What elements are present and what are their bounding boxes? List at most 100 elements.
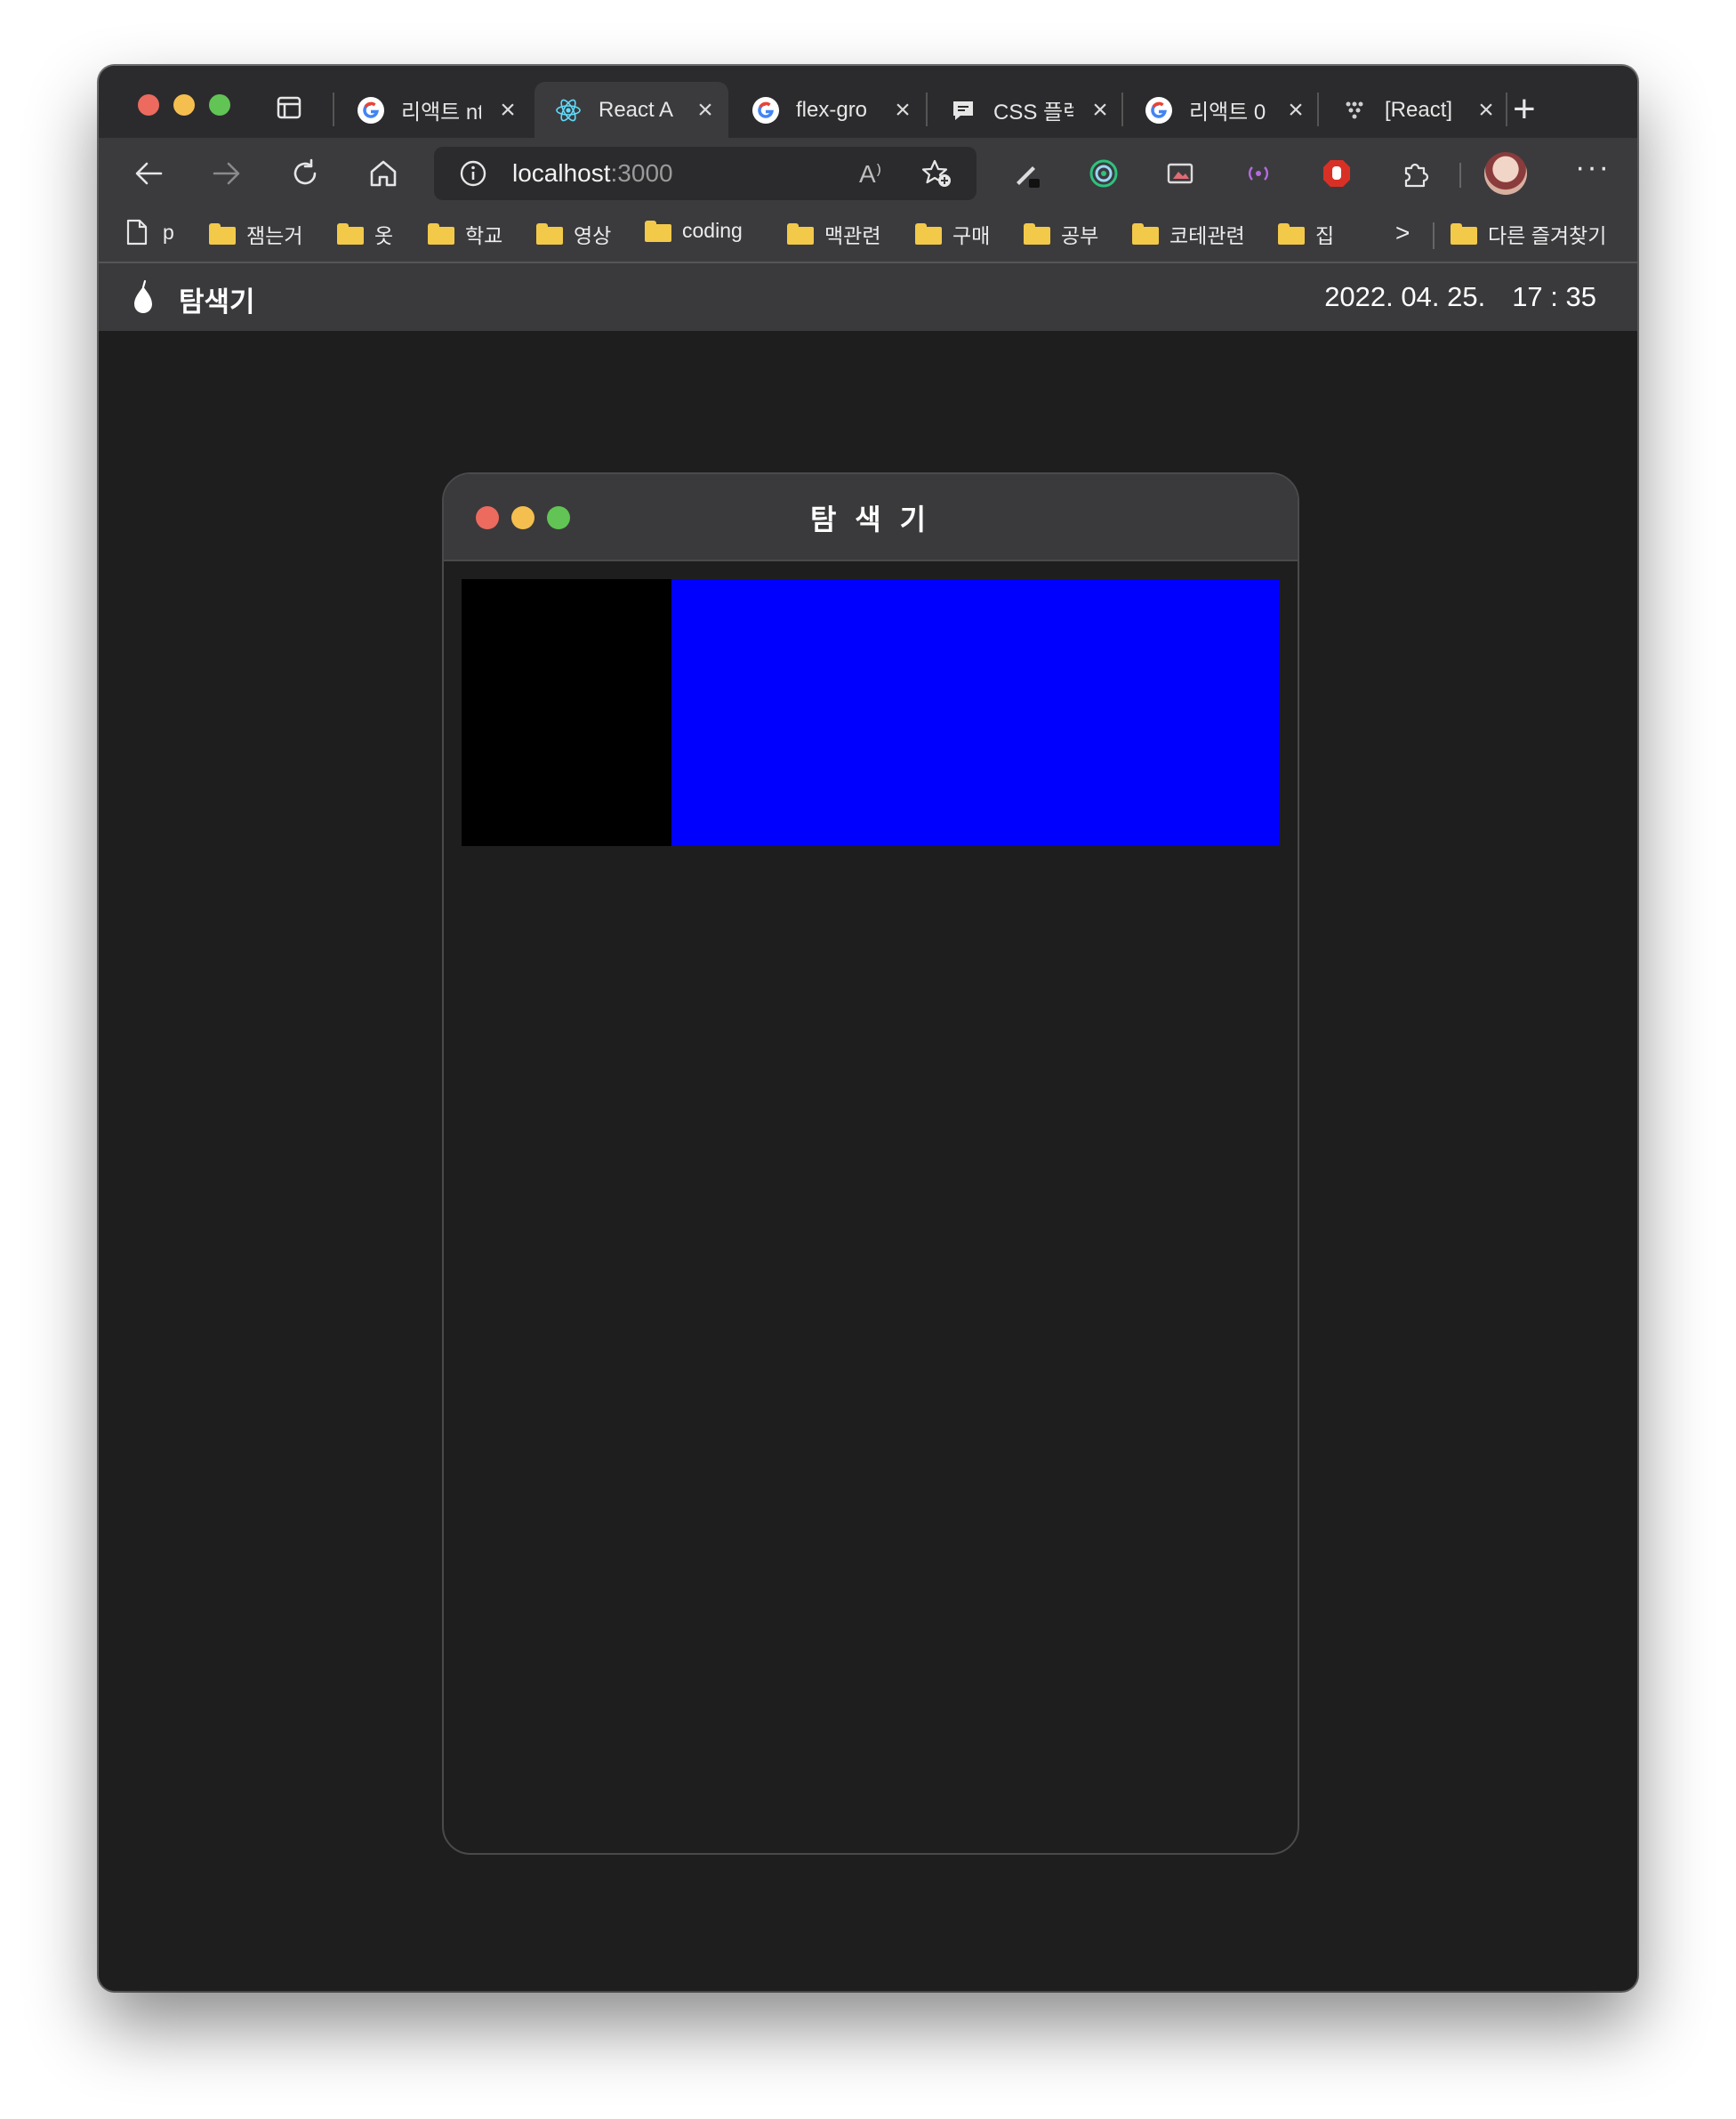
pear-logo-icon bbox=[134, 279, 152, 313]
bookmark-folder[interactable]: 코테관련 bbox=[1132, 219, 1245, 249]
back-button[interactable] bbox=[131, 156, 166, 191]
extension-screenshot[interactable] bbox=[1162, 156, 1198, 191]
bookmark-folder[interactable]: 구매 bbox=[915, 219, 990, 249]
folder-icon bbox=[915, 223, 942, 245]
extension-broadcast[interactable] bbox=[1241, 156, 1276, 191]
bookmark-folder[interactable]: coding bbox=[645, 219, 743, 243]
folder-icon bbox=[536, 223, 563, 245]
bookmark-folder[interactable]: 잼는거 bbox=[209, 219, 302, 249]
extension-block[interactable] bbox=[1319, 156, 1354, 191]
date-text: 2022. 04. 25. bbox=[1324, 281, 1486, 312]
folder-icon bbox=[1278, 223, 1305, 245]
bookmark-label: p bbox=[163, 220, 174, 244]
explorer-title-bar[interactable]: 탐 색 기 bbox=[444, 474, 1298, 561]
folder-icon bbox=[1024, 223, 1050, 245]
bookmark-label: 구매 bbox=[952, 224, 991, 247]
bookmark-folder[interactable]: 맥관련 bbox=[787, 219, 880, 249]
bookmark-label: 옷 bbox=[374, 224, 394, 247]
screenshot-icon bbox=[1167, 163, 1194, 184]
tab-react-app[interactable]: React A × bbox=[534, 82, 728, 138]
tab-actions-icon[interactable] bbox=[277, 96, 301, 119]
page-icon bbox=[126, 219, 148, 246]
bookmark-p[interactable]: p bbox=[125, 219, 174, 246]
tab-google-1[interactable]: 리액트 nt × bbox=[337, 82, 531, 138]
tab-separator bbox=[333, 93, 334, 126]
other-favorites-folder[interactable]: 다른 즐겨찾기 bbox=[1451, 219, 1606, 249]
tab-strip: 리액트 nt × React A × flex-gro × CSS 플렉 × 리… bbox=[99, 66, 1637, 138]
time-text: 17 : 35 bbox=[1512, 281, 1596, 312]
navigation-toolbar: localhost:3000 A⁾ ··· bbox=[99, 138, 1637, 208]
bookmarks-bar: p 잼는거 옷 학교 영상 coding 맥관련 구매 공부 코테관련 집 > … bbox=[99, 208, 1637, 263]
home-button[interactable] bbox=[366, 156, 401, 191]
folder-icon bbox=[337, 223, 364, 245]
bookmark-label: 잼는거 bbox=[246, 224, 303, 247]
url-host: localhost bbox=[512, 159, 611, 187]
react-atom-icon bbox=[556, 99, 581, 121]
folder-icon bbox=[645, 220, 671, 242]
tab-separator bbox=[1506, 93, 1507, 126]
google-g-icon bbox=[752, 96, 779, 124]
tab-css-flex[interactable]: CSS 플렉 × bbox=[929, 82, 1123, 138]
explorer-window: 탐 색 기 bbox=[442, 472, 1299, 1855]
tab-title: React A bbox=[599, 97, 674, 122]
bookmark-folder[interactable]: 옷 bbox=[337, 219, 393, 249]
arrow-right-icon bbox=[213, 162, 240, 185]
app-title: 탐색기 bbox=[179, 286, 255, 318]
home-icon bbox=[370, 160, 397, 187]
read-aloud-icon[interactable]: A⁾ bbox=[859, 159, 882, 189]
refresh-icon bbox=[293, 158, 317, 185]
new-tab-button[interactable]: + bbox=[1513, 87, 1536, 132]
close-window-button[interactable] bbox=[138, 94, 159, 116]
extension-target[interactable] bbox=[1086, 156, 1121, 191]
address-bar[interactable]: localhost:3000 A⁾ bbox=[434, 147, 976, 200]
puzzle-icon bbox=[1404, 163, 1429, 188]
tab-title: [React] bbox=[1385, 97, 1453, 122]
add-favorite-icon[interactable] bbox=[921, 157, 953, 189]
tab-close-icon[interactable]: × bbox=[1285, 95, 1306, 125]
info-icon[interactable] bbox=[459, 159, 487, 188]
browser-window: 리액트 nt × React A × flex-gro × CSS 플렉 × 리… bbox=[99, 66, 1637, 1991]
minimize-window-button[interactable] bbox=[173, 94, 195, 116]
tab-close-icon[interactable]: × bbox=[695, 95, 716, 125]
bookmark-folder[interactable]: 공부 bbox=[1024, 219, 1098, 249]
bookmark-label: 공부 bbox=[1061, 224, 1099, 247]
url-text[interactable]: localhost:3000 bbox=[512, 159, 673, 188]
bookmarks-separator bbox=[1433, 222, 1435, 249]
chat-bubble-icon bbox=[953, 101, 973, 120]
extensions-button[interactable] bbox=[1397, 156, 1433, 191]
tab-title: flex-gro bbox=[796, 97, 868, 122]
tab-react-post[interactable]: [React] × bbox=[1321, 82, 1506, 138]
url-port: :3000 bbox=[610, 159, 673, 187]
bookmark-label: 맥관련 bbox=[824, 224, 881, 247]
bookmark-label: 학교 bbox=[465, 224, 503, 247]
tab-google-2[interactable]: flex-gro × bbox=[732, 82, 926, 138]
google-g-icon bbox=[358, 96, 384, 124]
bookmark-folder[interactable]: 영상 bbox=[536, 219, 611, 249]
bookmark-folder[interactable]: 집 bbox=[1278, 219, 1334, 249]
refresh-button[interactable] bbox=[287, 156, 323, 191]
left-panel bbox=[462, 579, 671, 846]
bookmarks-overflow-button[interactable]: > bbox=[1395, 219, 1410, 247]
folder-icon bbox=[1451, 223, 1477, 245]
more-options-icon[interactable]: ··· bbox=[1575, 150, 1611, 185]
bookmark-folder[interactable]: 학교 bbox=[428, 219, 502, 249]
tab-close-icon[interactable]: × bbox=[892, 95, 913, 125]
tab-close-icon[interactable]: × bbox=[1089, 95, 1111, 125]
tab-separator bbox=[1317, 93, 1319, 126]
maximize-window-button[interactable] bbox=[209, 94, 230, 116]
dots-icon bbox=[1346, 101, 1363, 118]
profile-avatar[interactable] bbox=[1484, 152, 1527, 195]
forward-button[interactable] bbox=[209, 156, 245, 191]
pen-icon bbox=[1017, 166, 1040, 188]
tab-close-icon[interactable]: × bbox=[1475, 95, 1497, 125]
page-content: 탐색기 2022. 04. 25. 17 : 35 탐 색 기 bbox=[99, 263, 1637, 1991]
explorer-title: 탐 색 기 bbox=[809, 504, 932, 536]
broadcast-icon bbox=[1248, 166, 1269, 181]
bookmark-label: coding bbox=[682, 219, 743, 242]
tab-google-3[interactable]: 리액트 0 × bbox=[1125, 82, 1319, 138]
target-icon bbox=[1089, 159, 1118, 188]
extension-pen[interactable] bbox=[1009, 156, 1045, 191]
folder-icon bbox=[1132, 223, 1159, 245]
window-controls bbox=[138, 94, 230, 116]
tab-close-icon[interactable]: × bbox=[497, 95, 518, 125]
